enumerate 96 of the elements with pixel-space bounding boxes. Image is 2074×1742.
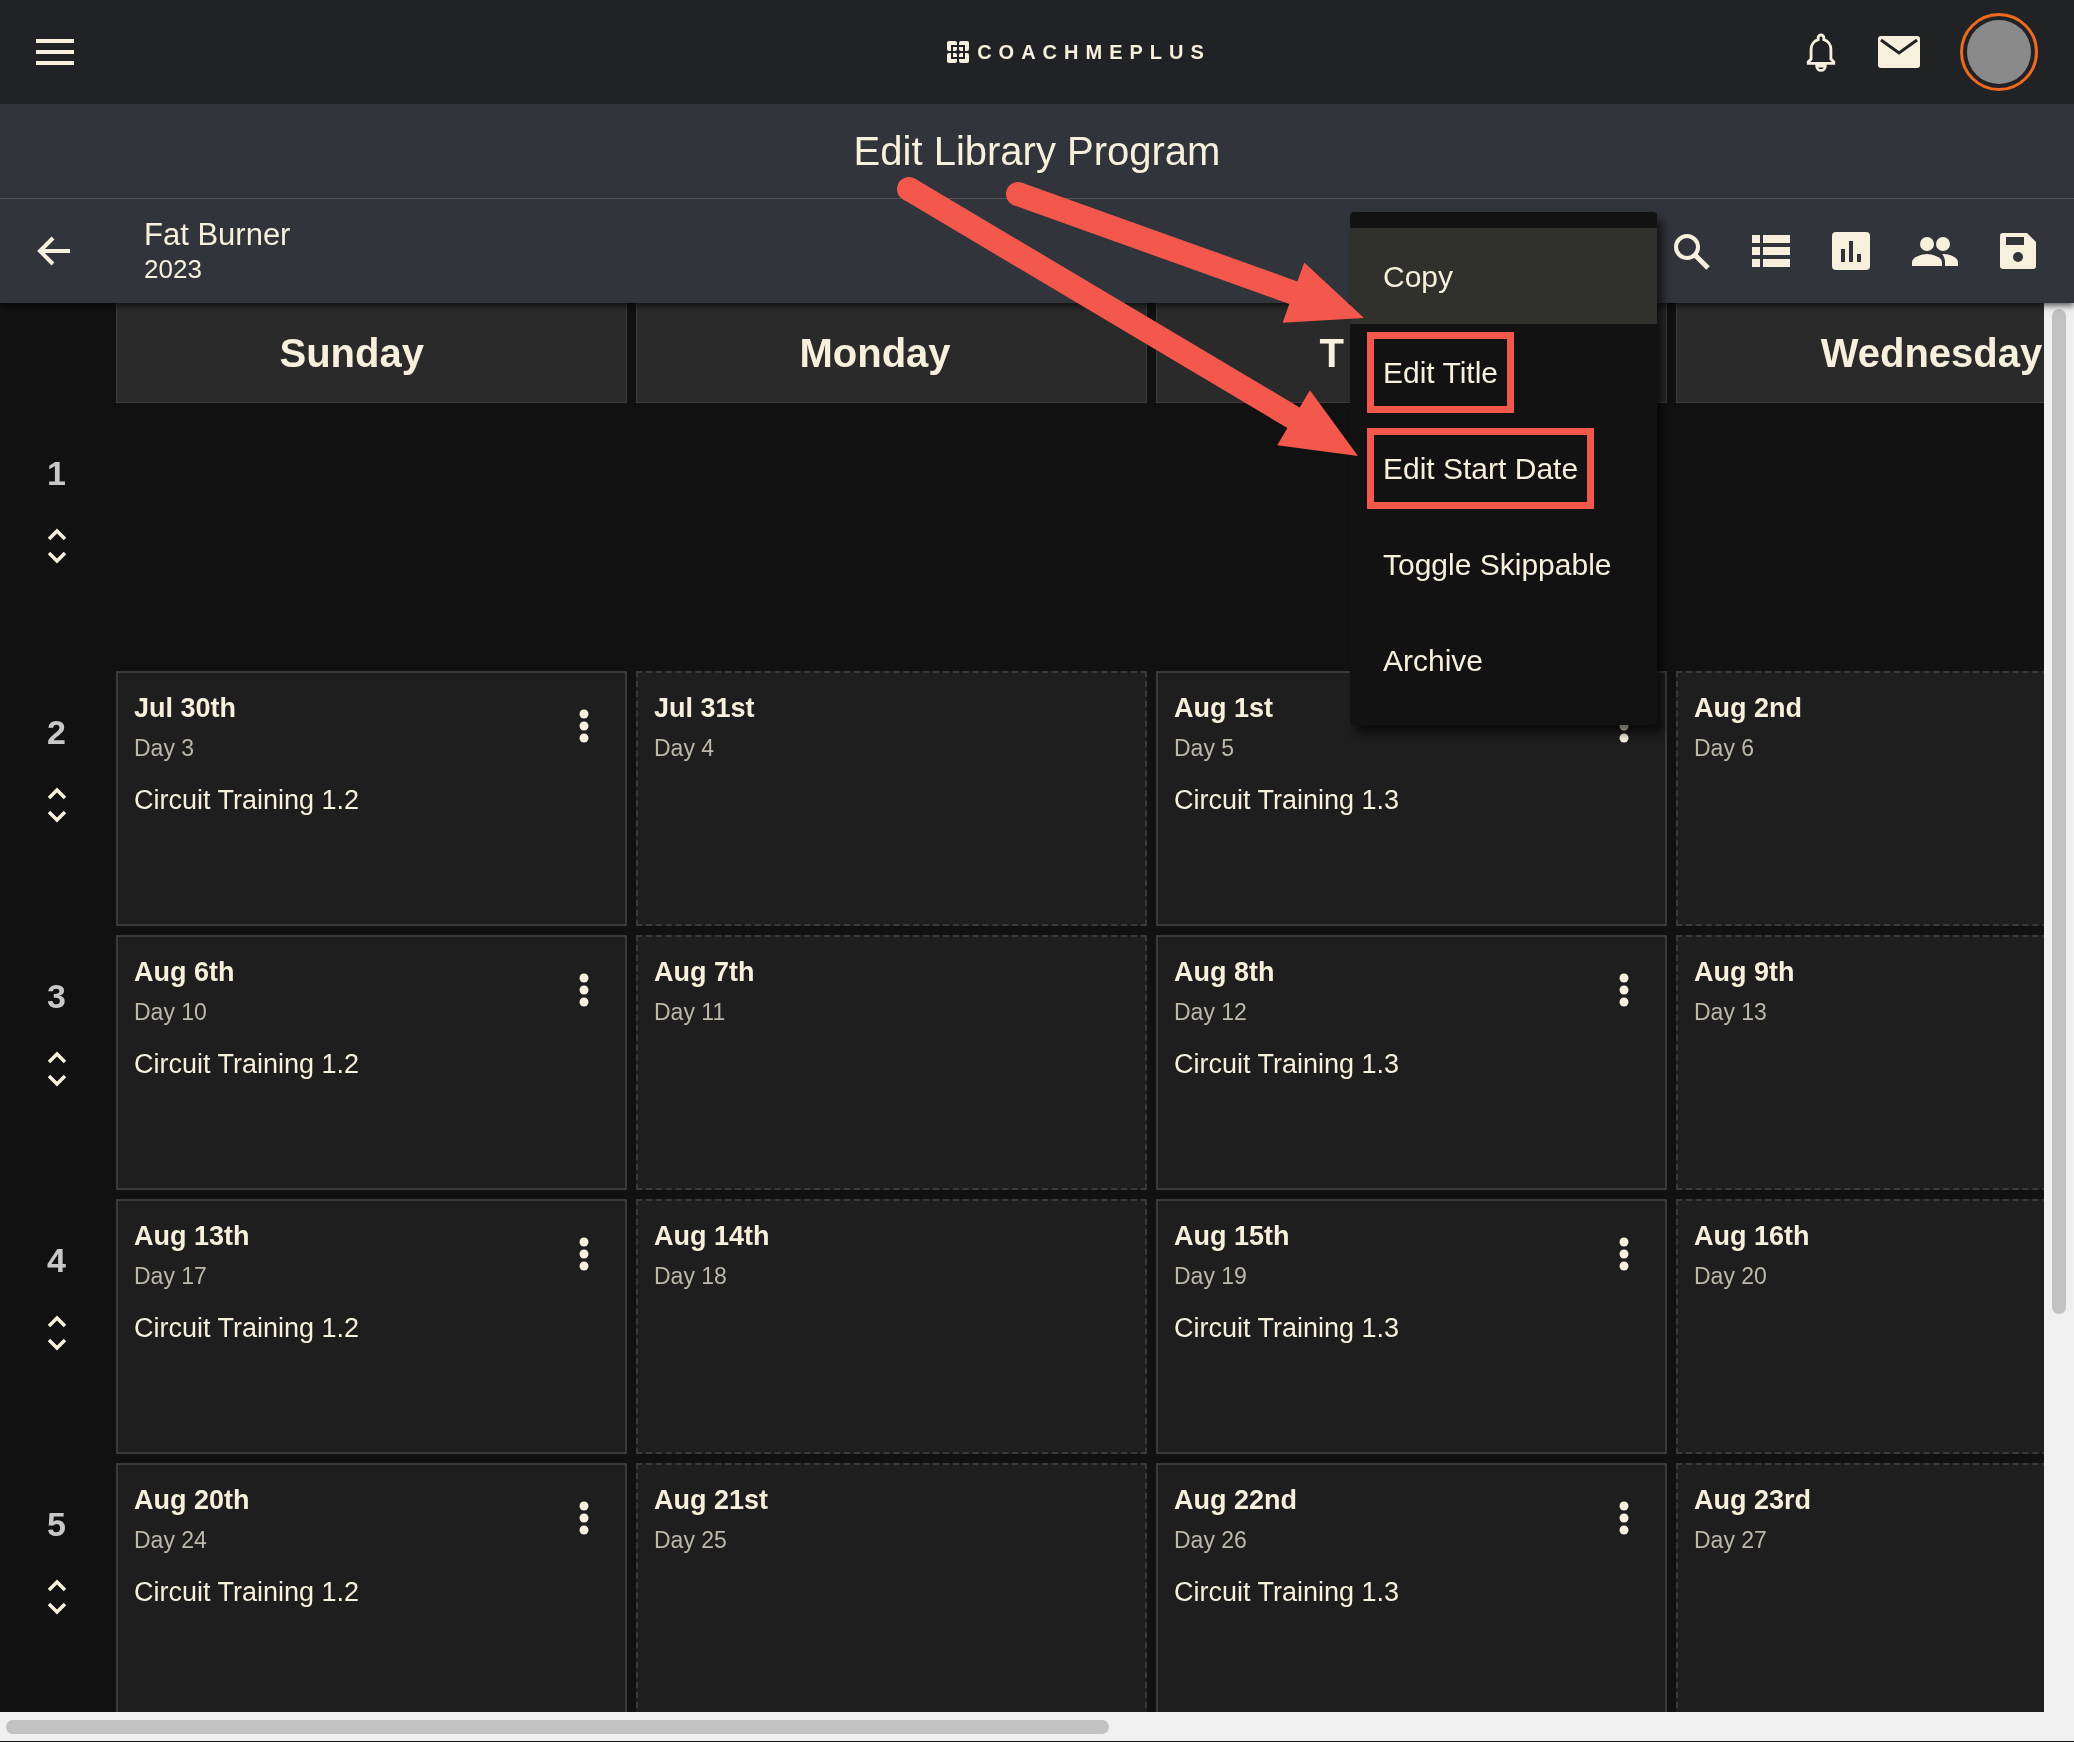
logo-text: COACHMEPLUS bbox=[977, 40, 1211, 65]
menu-item[interactable]: Toggle Skippable bbox=[1350, 516, 1657, 612]
reorder-icon[interactable] bbox=[46, 786, 67, 824]
menu-item[interactable]: Copy bbox=[1350, 228, 1657, 324]
back-arrow-icon[interactable] bbox=[36, 235, 72, 267]
day-label: Day 17 bbox=[134, 1262, 207, 1291]
logo-icon bbox=[947, 41, 970, 63]
week-number: 2 bbox=[47, 712, 66, 753]
bar-chart-icon[interactable] bbox=[1832, 232, 1870, 270]
save-icon[interactable] bbox=[2000, 233, 2036, 269]
empty-day-card[interactable]: Aug 16th Day 20 bbox=[1676, 1199, 2044, 1454]
day-label: Day 19 bbox=[1174, 1262, 1247, 1291]
day-name: T bbox=[1319, 329, 1344, 377]
empty-day-card[interactable]: Aug 9th Day 13 bbox=[1676, 935, 2044, 1190]
workout-title[interactable]: Circuit Training 1.3 bbox=[1174, 1311, 1400, 1345]
day-label: Day 5 bbox=[1174, 734, 1235, 763]
workout-title[interactable]: Circuit Training 1.3 bbox=[1174, 1575, 1400, 1609]
menu-item[interactable]: Edit Title bbox=[1350, 324, 1657, 420]
date-label: Aug 1st bbox=[1174, 692, 1273, 725]
date-label: Aug 9th bbox=[1694, 956, 1795, 989]
day-label: Day 6 bbox=[1694, 734, 1755, 763]
day-card[interactable]: Aug 13th Day 17 Circuit Training 1.2 bbox=[116, 1199, 627, 1454]
workout-title[interactable]: Circuit Training 1.3 bbox=[1174, 783, 1400, 817]
list-icon[interactable] bbox=[1752, 235, 1790, 267]
week-number: 1 bbox=[47, 453, 66, 494]
empty-day-card[interactable]: Aug 7th Day 11 bbox=[636, 935, 1147, 1190]
more-options-icon[interactable] bbox=[579, 1501, 589, 1535]
empty-day-card[interactable]: Aug 2nd Day 6 bbox=[1676, 671, 2044, 926]
date-label: Aug 8th bbox=[1174, 956, 1275, 989]
date-label: Aug 21st bbox=[654, 1484, 769, 1517]
date-label: Aug 6th bbox=[134, 956, 235, 989]
date-label: Aug 22nd bbox=[1174, 1484, 1297, 1517]
menu-icon[interactable] bbox=[36, 38, 74, 66]
more-options-icon[interactable] bbox=[1619, 973, 1629, 1007]
date-label: Aug 7th bbox=[654, 956, 755, 989]
day-label: Day 27 bbox=[1694, 1526, 1767, 1555]
empty-day-card[interactable]: Aug 23rd Day 27 bbox=[1676, 1463, 2044, 1712]
empty-day-card[interactable]: Aug 14th Day 18 bbox=[636, 1199, 1147, 1454]
date-label: Aug 16th bbox=[1694, 1220, 1810, 1253]
date-label: Aug 13th bbox=[134, 1220, 250, 1253]
day-label: Day 24 bbox=[134, 1526, 207, 1555]
week-number: 3 bbox=[47, 976, 66, 1017]
reorder-icon[interactable] bbox=[46, 1314, 67, 1352]
bell-icon[interactable] bbox=[1804, 32, 1838, 72]
more-options-icon[interactable] bbox=[579, 1237, 589, 1271]
date-label: Aug 14th bbox=[654, 1220, 770, 1253]
more-options-icon[interactable] bbox=[1619, 1501, 1629, 1535]
day-card[interactable]: Aug 22nd Day 26 Circuit Training 1.3 bbox=[1156, 1463, 1667, 1712]
date-label: Aug 23rd bbox=[1694, 1484, 1812, 1517]
empty-day-card[interactable]: Jul 31st Day 4 bbox=[636, 671, 1147, 926]
day-card[interactable]: Jul 30th Day 3 Circuit Training 1.2 bbox=[116, 671, 627, 926]
day-label: Day 12 bbox=[1174, 998, 1247, 1027]
day-label: Day 25 bbox=[654, 1526, 727, 1555]
day-name: Monday bbox=[799, 329, 951, 377]
reorder-icon[interactable] bbox=[46, 1050, 67, 1088]
program-year: 2023 bbox=[144, 253, 203, 285]
workout-title[interactable]: Circuit Training 1.2 bbox=[134, 1311, 360, 1345]
workout-title[interactable]: Circuit Training 1.2 bbox=[134, 1047, 360, 1081]
people-icon[interactable] bbox=[1912, 236, 1958, 266]
day-label: Day 26 bbox=[1174, 1526, 1247, 1555]
reorder-icon[interactable] bbox=[46, 1578, 67, 1616]
page-title: Edit Library Program bbox=[853, 128, 1221, 175]
menu-item[interactable]: Edit Start Date bbox=[1350, 420, 1657, 516]
day-label: Day 11 bbox=[654, 998, 726, 1027]
more-options-icon[interactable] bbox=[579, 709, 589, 743]
workout-title[interactable]: Circuit Training 1.3 bbox=[1174, 1047, 1400, 1081]
day-label: Day 20 bbox=[1694, 1262, 1767, 1291]
day-card[interactable]: Aug 6th Day 10 Circuit Training 1.2 bbox=[116, 935, 627, 1190]
search-icon[interactable] bbox=[1672, 232, 1710, 270]
empty-day-card[interactable]: Aug 21st Day 25 bbox=[636, 1463, 1147, 1712]
day-label: Day 4 bbox=[654, 734, 715, 763]
day-card[interactable]: Aug 8th Day 12 Circuit Training 1.3 bbox=[1156, 935, 1667, 1190]
day-label: Day 18 bbox=[654, 1262, 727, 1291]
more-options-icon[interactable] bbox=[1619, 1237, 1629, 1271]
date-label: Aug 20th bbox=[134, 1484, 250, 1517]
vertical-scrollbar[interactable] bbox=[2044, 303, 2074, 1712]
week-number: 5 bbox=[47, 1504, 66, 1545]
date-label: Aug 2nd bbox=[1694, 692, 1802, 725]
date-label: Aug 15th bbox=[1174, 1220, 1290, 1253]
day-name: Sunday bbox=[279, 329, 424, 377]
day-name: Wednesday bbox=[1820, 329, 2043, 377]
reorder-icon[interactable] bbox=[46, 527, 67, 565]
more-options-icon[interactable] bbox=[579, 973, 589, 1007]
date-label: Jul 30th bbox=[134, 692, 237, 725]
horizontal-scrollbar[interactable] bbox=[0, 1712, 2074, 1741]
day-label: Day 10 bbox=[134, 998, 207, 1027]
week-number: 4 bbox=[47, 1240, 66, 1281]
program-name: Fat Burner bbox=[144, 217, 291, 253]
date-label: Jul 31st bbox=[654, 692, 755, 725]
day-card[interactable]: Aug 15th Day 19 Circuit Training 1.3 bbox=[1156, 1199, 1667, 1454]
day-label: Day 3 bbox=[134, 734, 195, 763]
workout-title[interactable]: Circuit Training 1.2 bbox=[134, 783, 360, 817]
day-card[interactable]: Aug 20th Day 24 Circuit Training 1.2 bbox=[116, 1463, 627, 1712]
day-label: Day 13 bbox=[1694, 998, 1767, 1027]
workout-title[interactable]: Circuit Training 1.2 bbox=[134, 1575, 360, 1609]
mail-icon[interactable] bbox=[1878, 36, 1920, 68]
